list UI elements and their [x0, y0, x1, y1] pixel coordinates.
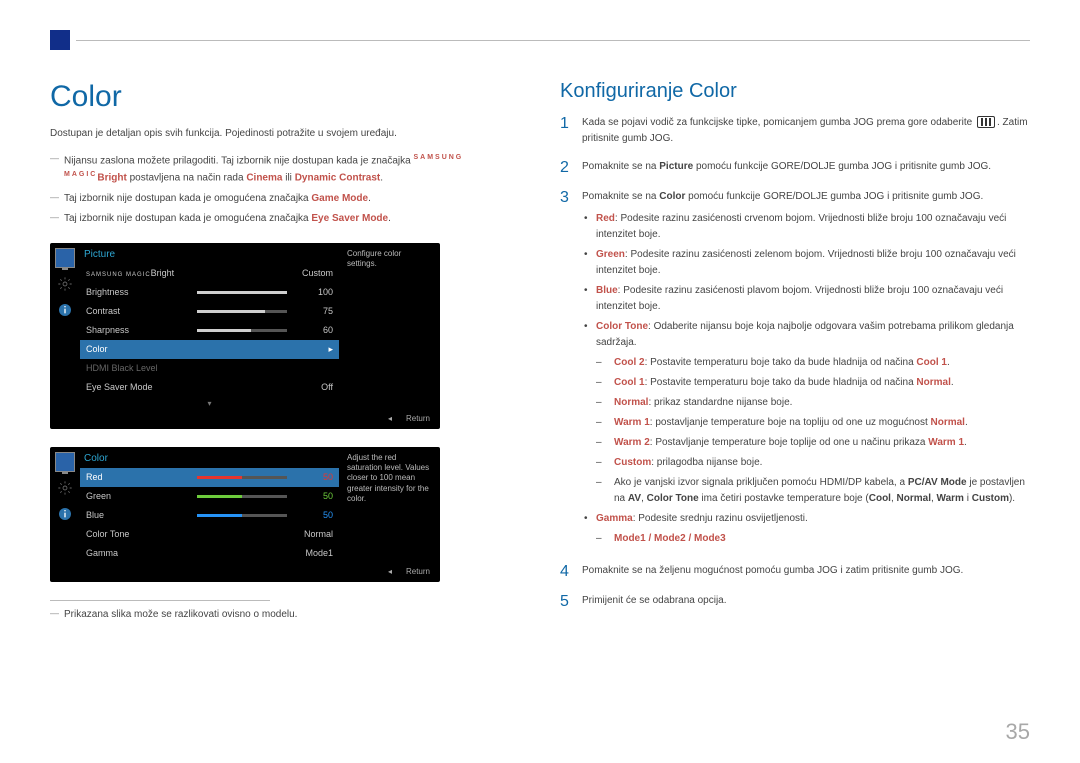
- osd-row: Eye Saver ModeOff: [80, 378, 339, 397]
- footnote-rule: [50, 600, 270, 601]
- step-body: Pomaknite se na Color pomoću funkcije GO…: [582, 189, 1030, 551]
- osd-row: HDMI Black Level: [80, 359, 339, 378]
- bullet-item: Color Tone: Odaberite nijansu boje koja …: [582, 319, 1030, 507]
- section-heading: Konfiguriranje Color: [560, 80, 1030, 103]
- footnote-list: Prikazana slika može se razlikovati ovis…: [50, 607, 520, 623]
- step-body: Pomaknite se na Picture pomoću funkcije …: [582, 159, 991, 177]
- step-item: 1Kada se pojavi vodič za funkcijske tipk…: [560, 115, 1030, 147]
- footnote-text: Prikazana slika može se razlikovati ovis…: [50, 607, 520, 623]
- step-number: 1: [560, 115, 582, 147]
- osd-help-text: Configure color settings.: [339, 243, 440, 410]
- step-number: 3: [560, 189, 582, 551]
- info-icon: [55, 505, 75, 523]
- osd-row: SAMSUNG MAGICBrightCustom: [80, 264, 339, 283]
- note-item: Nijansu zaslona možete prilagoditi. Taj …: [50, 152, 520, 187]
- header-rule: [50, 30, 1030, 50]
- menu-icon: [977, 116, 995, 128]
- step-list: 1Kada se pojavi vodič za funkcijske tipk…: [560, 115, 1030, 611]
- left-column: Color Dostupan je detaljan opis svih fun…: [50, 80, 520, 639]
- osd-row: GammaMode1: [80, 544, 339, 563]
- return-hint: ◂ Return: [388, 567, 430, 576]
- step-number: 4: [560, 563, 582, 581]
- monitor-icon: [55, 249, 75, 267]
- sub-bullet-item: Cool 2: Postavite temperaturu boje tako …: [596, 355, 1030, 371]
- step-body: Primijenit će se odabrana opcija.: [582, 593, 727, 611]
- osd-title: Color: [80, 447, 339, 468]
- osd-side-icons: [50, 243, 80, 410]
- step-item: 4Pomaknite se na željenu mogućnost pomoć…: [560, 563, 1030, 581]
- page-number: 35: [1006, 719, 1030, 745]
- info-icon: [55, 301, 75, 319]
- osd-footer: ◂ Return: [50, 410, 440, 429]
- bullet-item: Gamma: Podesite srednju razinu osvijetlj…: [582, 511, 1030, 547]
- sub-bullet-item: Warm 1: postavljanje temperature boje na…: [596, 415, 1030, 431]
- sub-bullet-item: Normal: prikaz standardne nijanse boje.: [596, 395, 1030, 411]
- brand-square-icon: [50, 30, 70, 50]
- right-column: Konfiguriranje Color 1Kada se pojavi vod…: [560, 80, 1030, 639]
- osd-row: Green50: [80, 487, 339, 506]
- settings-icon: [55, 479, 75, 497]
- osd-screenshot-picture: Picture SAMSUNG MAGICBrightCustomBrightn…: [50, 243, 440, 429]
- osd-screenshot-color: Color Red50Green50Blue50Color ToneNormal…: [50, 447, 440, 582]
- step-item: 5Primijenit će se odabrana opcija.: [560, 593, 1030, 611]
- return-hint: ◂ Return: [388, 414, 430, 423]
- sub-bullet-item: Warm 2: Postavljanje temperature boje to…: [596, 435, 1030, 451]
- sub-bullet-item: Ako je vanjski izvor signala priključen …: [596, 475, 1030, 507]
- note-list: Nijansu zaslona možete prilagoditi. Taj …: [50, 152, 520, 227]
- note-item: Taj izbornik nije dostupan kada je omogu…: [50, 211, 520, 227]
- bullet-item: Blue: Podesite razinu zasićenosti plavom…: [582, 283, 1030, 315]
- step-item: 3Pomaknite se na Color pomoću funkcije G…: [560, 189, 1030, 551]
- step-number: 2: [560, 159, 582, 177]
- osd-title: Picture: [80, 243, 339, 264]
- intro-text: Dostupan je detaljan opis svih funkcija.…: [50, 126, 520, 142]
- note-item: Taj izbornik nije dostupan kada je omogu…: [50, 191, 520, 207]
- sub-bullet-item: Cool 1: Postavite temperaturu boje tako …: [596, 375, 1030, 391]
- osd-side-icons: [50, 447, 80, 563]
- step-item: 2Pomaknite se na Picture pomoću funkcije…: [560, 159, 1030, 177]
- osd-row: Sharpness60: [80, 321, 339, 340]
- settings-icon: [55, 275, 75, 293]
- step-number: 5: [560, 593, 582, 611]
- bullet-item: Green: Podesite razinu zasićenosti zelen…: [582, 247, 1030, 279]
- osd-help-text: Adjust the red saturation level. Values …: [339, 447, 440, 563]
- step-body: Pomaknite se na željenu mogućnost pomoću…: [582, 563, 963, 581]
- osd-row: Color▸: [80, 340, 339, 359]
- monitor-icon: [55, 453, 75, 471]
- osd-row: Contrast75: [80, 302, 339, 321]
- chevron-down-icon: ▾: [80, 397, 339, 410]
- osd-row: Brightness100: [80, 283, 339, 302]
- step-body: Kada se pojavi vodič za funkcijske tipke…: [582, 115, 1030, 147]
- osd-row: Red50: [80, 468, 339, 487]
- bullet-item: Red: Podesite razinu zasićenosti crvenom…: [582, 211, 1030, 243]
- page-title: Color: [50, 80, 520, 114]
- sub-bullet-item: Custom: prilagodba nijanse boje.: [596, 455, 1030, 471]
- osd-row: Color ToneNormal: [80, 525, 339, 544]
- osd-footer: ◂ Return: [50, 563, 440, 582]
- sub-bullet-item: Mode1 / Mode2 / Mode3: [596, 531, 1030, 547]
- osd-row: Blue50: [80, 506, 339, 525]
